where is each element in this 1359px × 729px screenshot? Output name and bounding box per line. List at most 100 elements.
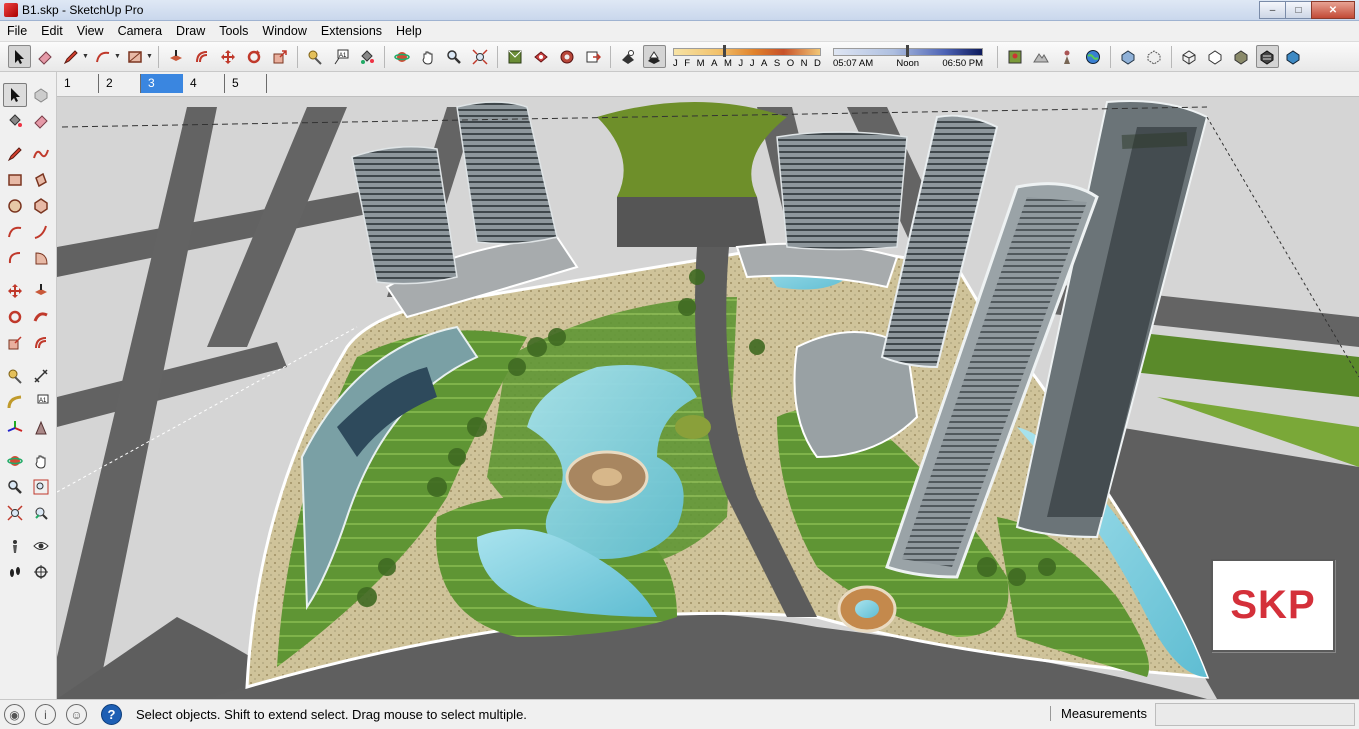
line-dropdown-icon[interactable]: ▼ [82,53,89,60]
pan-tool[interactable] [29,449,53,473]
make-component-tool[interactable] [29,83,53,107]
rotate-tool-button[interactable] [243,45,266,68]
zoom-tool-button[interactable] [443,45,466,68]
zoom-window-tool[interactable] [29,475,53,499]
arc-tool[interactable] [3,220,27,244]
eraser-tool-button[interactable] [34,45,57,68]
menu-help[interactable]: Help [389,21,429,42]
scene-tab-5[interactable]: 5 [225,74,267,93]
menu-tools[interactable]: Tools [212,21,255,42]
dimension-tool[interactable] [29,364,53,388]
menu-camera[interactable]: Camera [111,21,169,42]
zoom-extents-tool[interactable] [3,501,27,525]
section-plane-tool[interactable] [29,560,53,584]
shadow-date-slider[interactable]: J F M A M J J A S O N D [673,44,821,69]
orbit-tool[interactable] [3,449,27,473]
scene-tab-2[interactable]: 2 [99,74,141,93]
paint-bucket-tool[interactable] [3,109,27,133]
pie-tool[interactable] [29,246,53,270]
menu-file[interactable]: File [0,21,34,42]
menu-edit[interactable]: Edit [34,21,70,42]
share-model-button[interactable] [530,45,553,68]
user-account-icon[interactable]: ☺ [66,704,87,725]
menu-view[interactable]: View [70,21,111,42]
scale-tool[interactable] [3,331,27,355]
axes-tool[interactable] [3,416,27,440]
three-point-arc-tool[interactable] [3,246,27,270]
menu-window[interactable]: Window [255,21,313,42]
eraser-tool[interactable] [29,109,53,133]
scene-tab-4[interactable]: 4 [183,74,225,93]
measurements-input[interactable] [1155,703,1355,726]
3d-text-tool[interactable] [29,416,53,440]
menu-extensions[interactable]: Extensions [314,21,389,42]
help-icon[interactable]: ? [101,704,122,725]
arc-dropdown-icon[interactable]: ▼ [114,53,121,60]
arc-tool-button[interactable] [92,45,115,68]
protractor-tool[interactable] [3,390,27,414]
shaded-textures-button[interactable] [1255,45,1279,68]
pan-tool-button[interactable] [417,45,440,68]
add-location-button[interactable] [1004,45,1027,68]
polygon-tool[interactable] [29,194,53,218]
rotate-tool[interactable] [3,305,27,329]
select-tool-button[interactable] [7,45,31,68]
line-tool-button[interactable] [60,45,83,68]
text-tool-button[interactable]: A1 [330,45,353,68]
zoom-tool[interactable] [3,475,27,499]
orbit-tool-button[interactable] [391,45,414,68]
extension-warehouse-button[interactable] [556,45,579,68]
push-pull-tool-button[interactable] [165,45,188,68]
zoom-extents-tool-button[interactable] [469,45,492,68]
photo-textures-button[interactable] [1056,45,1079,68]
xray-button[interactable] [1117,45,1140,68]
look-around-tool[interactable] [29,534,53,558]
tape-measure-tool-button[interactable] [304,45,327,68]
offset-tool[interactable] [29,331,53,355]
paint-bucket-tool-button[interactable] [356,45,379,68]
model-viewport[interactable]: SKP [57,97,1359,699]
back-edges-button[interactable] [1143,45,1166,68]
line-tool[interactable] [3,142,27,166]
push-pull-tool[interactable] [29,279,53,303]
sketchup-app-icon[interactable] [4,3,18,17]
shape-dropdown-icon[interactable]: ▼ [146,53,153,60]
scene-tab-3[interactable]: 3 [141,74,183,93]
hidden-line-button[interactable] [1204,45,1227,68]
scale-tool-button[interactable] [269,45,292,68]
two-point-arc-tool[interactable] [29,220,53,244]
select-tool[interactable] [3,83,27,107]
maximize-button[interactable]: □ [1285,1,1312,19]
toggle-shadows-button[interactable] [642,45,666,68]
minimize-button[interactable]: – [1259,1,1286,19]
shaded-button[interactable] [1230,45,1253,68]
display-shadows-button[interactable] [617,45,640,68]
preview-earth-button[interactable] [1082,45,1105,68]
freehand-tool[interactable] [29,142,53,166]
previous-view-tool[interactable] [29,501,53,525]
shadow-date-thumb[interactable] [723,44,726,57]
rectangle-tool-button[interactable] [124,45,147,68]
rectangle-tool[interactable] [3,168,27,192]
credits-info-icon[interactable]: i [35,704,56,725]
offset-tool-button[interactable] [191,45,214,68]
circle-tool[interactable] [3,194,27,218]
walk-tool[interactable] [3,560,27,584]
move-tool[interactable] [3,279,27,303]
shadow-time-slider[interactable]: 05:07 AM Noon 06:50 PM [833,44,983,69]
menu-draw[interactable]: Draw [169,21,212,42]
rotated-rectangle-tool[interactable] [29,168,53,192]
position-camera-tool[interactable] [3,534,27,558]
close-button[interactable]: ✕ [1311,1,1355,19]
wireframe-button[interactable] [1178,45,1201,68]
layout-button[interactable] [582,45,605,68]
warehouse-button[interactable] [504,45,527,68]
tape-measure-tool[interactable] [3,364,27,388]
toggle-terrain-button[interactable] [1030,45,1053,68]
move-tool-button[interactable] [217,45,240,68]
geo-location-icon[interactable]: ◉ [4,704,25,725]
text-tool[interactable]: A1 [29,390,53,414]
follow-me-tool[interactable] [29,305,53,329]
shadow-time-thumb[interactable] [906,44,909,57]
scene-tab-1[interactable]: 1 [57,74,99,93]
